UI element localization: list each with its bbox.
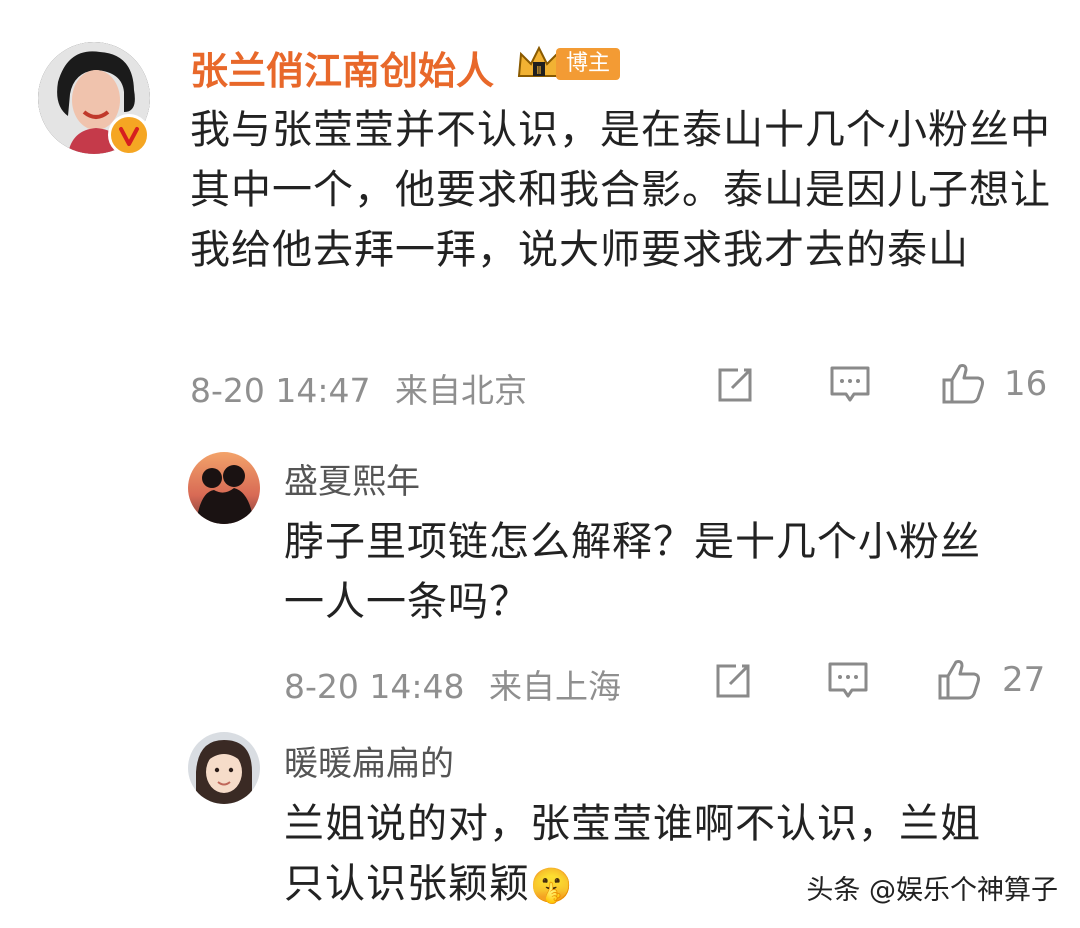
comment-text: 我与张莹莹并不认识，是在泰山十几个小粉丝中其中一个，他要求和我合影。泰山是因儿子… xyxy=(190,107,1051,273)
comment-text: 脖子里项链怎么解释？是十几个小粉丝一人一条吗？ xyxy=(284,519,981,625)
share-icon[interactable] xyxy=(712,660,754,702)
comment-author[interactable]: 暖暖扁扁的 xyxy=(284,736,454,785)
verified-v-icon xyxy=(108,114,150,156)
comment-location: 来自北京 xyxy=(395,371,527,410)
comment-item: 张兰俏江南创始人 Ⅱ 博主 我与张莹莹并不认识，是在泰山十几个小粉丝中其中一个，… xyxy=(0,0,1080,430)
comment-icon[interactable] xyxy=(828,362,872,406)
comment-author[interactable]: 盛夏熙年 xyxy=(284,454,420,503)
shush-emoji-icon: 🤫 xyxy=(530,866,574,906)
like-count: 27 xyxy=(1002,660,1046,700)
share-icon[interactable] xyxy=(714,364,756,406)
avatar[interactable] xyxy=(188,732,260,804)
watermark: 头条 @娱乐个神算子 xyxy=(806,875,1058,906)
comment-location: 来自上海 xyxy=(489,667,621,706)
comment-meta: 8-20 14:48 来自上海 xyxy=(284,660,621,708)
avatar[interactable] xyxy=(188,452,260,524)
like-icon[interactable] xyxy=(936,656,982,702)
blogger-tag: 博主 xyxy=(556,48,620,80)
comment-item: 盛夏熙年 脖子里项链怎么解释？是十几个小粉丝一人一条吗？ 8-20 14:48 … xyxy=(0,430,1080,730)
comment-icon[interactable] xyxy=(826,658,870,702)
avatar-silhouette xyxy=(188,452,260,524)
like-count: 16 xyxy=(1004,364,1048,404)
comment-time: 8-20 14:47 xyxy=(190,371,371,410)
comment-time: 8-20 14:48 xyxy=(284,667,465,706)
comment-meta: 8-20 14:47 来自北京 xyxy=(190,364,527,412)
comment-author[interactable]: 张兰俏江南创始人 xyxy=(190,40,494,95)
like-icon[interactable] xyxy=(940,360,986,406)
svg-text:Ⅱ: Ⅱ xyxy=(536,64,541,77)
avatar-portrait xyxy=(188,732,260,804)
